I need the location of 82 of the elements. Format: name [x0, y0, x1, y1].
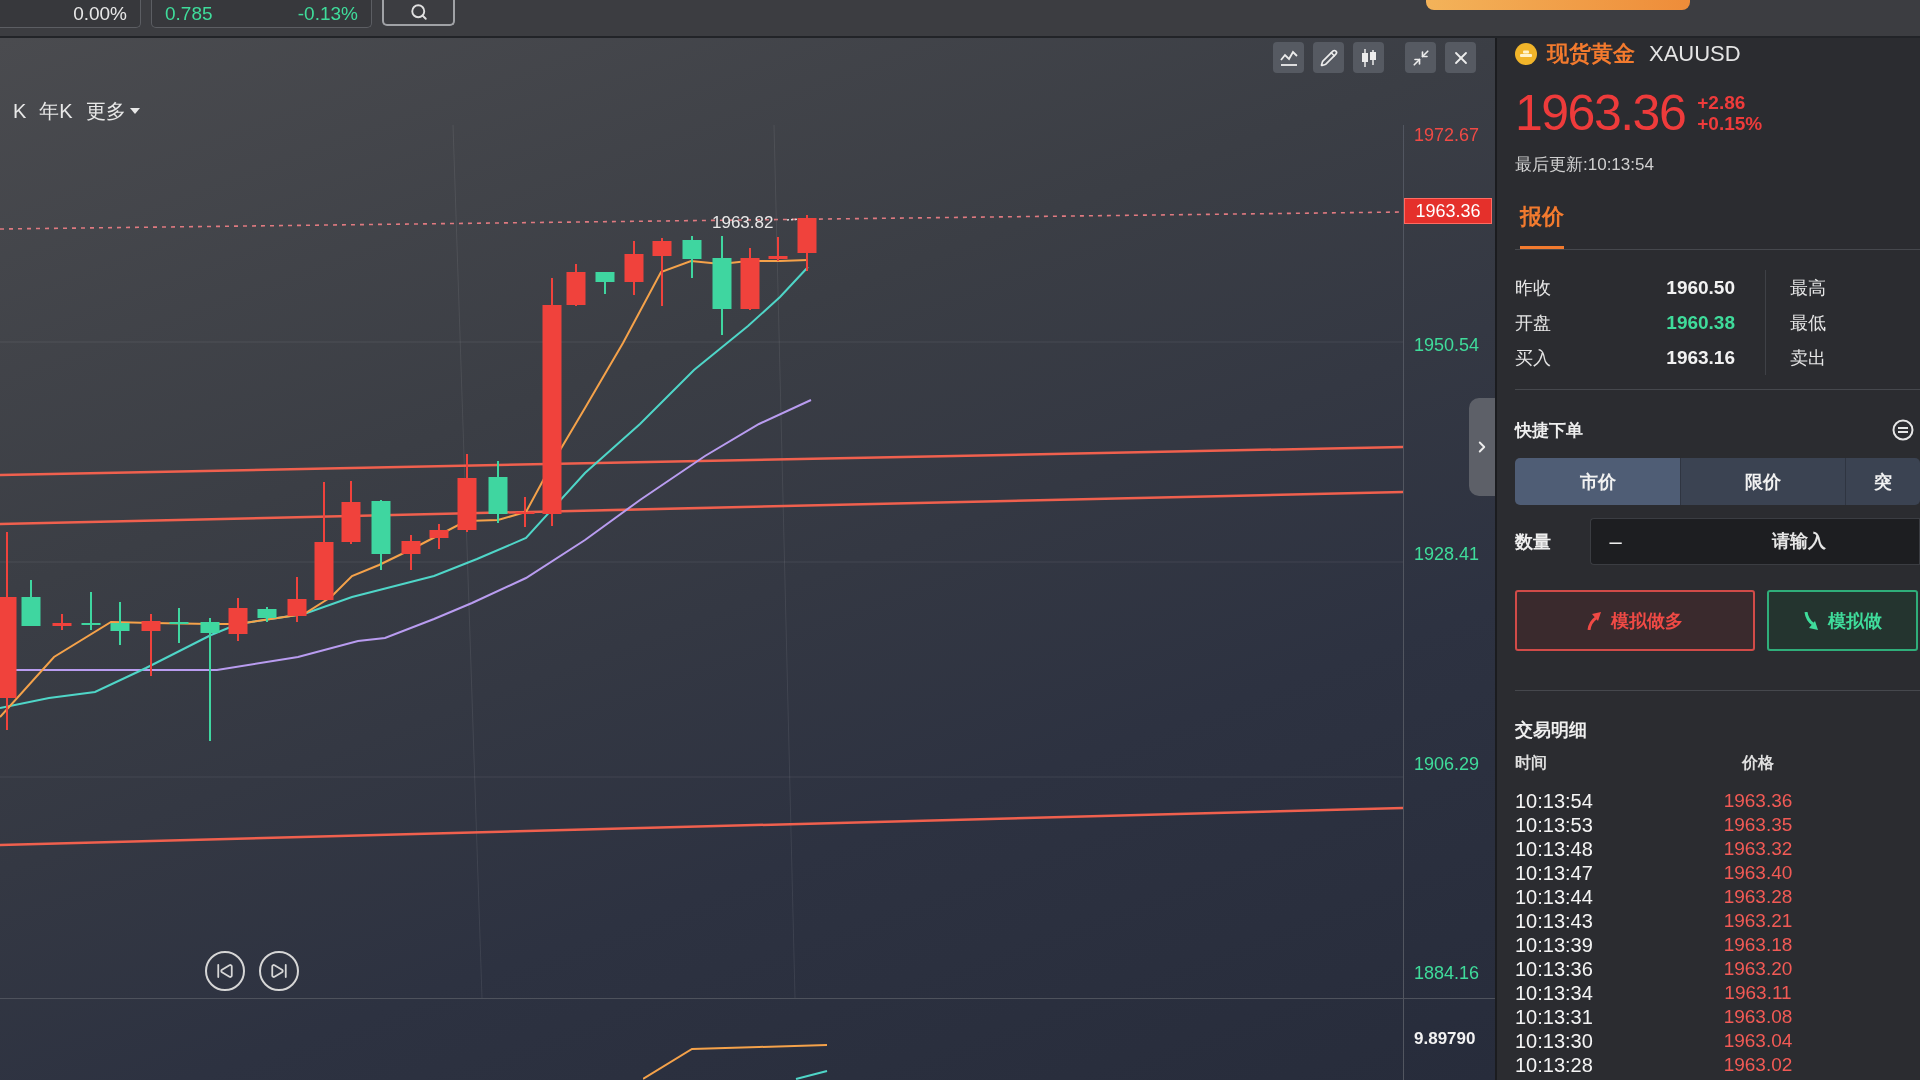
long-order-button[interactable]: 模拟做多: [1515, 590, 1755, 651]
quote-value: 1963.16: [1666, 346, 1735, 369]
chart-type-button[interactable]: [1353, 42, 1384, 73]
price-cell: 1963.11: [1724, 981, 1792, 1005]
circle-lines-icon[interactable]: [1892, 419, 1914, 441]
time-cell: 10:13:34: [1515, 981, 1593, 1005]
time-cell: 10:13:28: [1515, 1053, 1593, 1077]
time-cell: 10:13:44: [1515, 885, 1593, 909]
quote-label: 最低: [1790, 311, 1826, 335]
column-header: 时间: [1515, 753, 1547, 773]
price-cell: 1963.20: [1723, 957, 1793, 981]
arrow-up-icon: [1587, 611, 1601, 630]
exit-fullscreen-button[interactable]: [1405, 42, 1436, 73]
quote-label: 最高: [1790, 276, 1826, 300]
quote-value: 0.785: [165, 2, 213, 25]
axis-label: 1884.16: [1414, 963, 1480, 983]
price-cell: 1963.28: [1723, 885, 1793, 909]
collapse-handle[interactable]: [1469, 398, 1495, 496]
indicator-button[interactable]: [1273, 42, 1304, 73]
time-cell: 10:13:30: [1515, 1029, 1593, 1053]
caret-down-icon: [129, 108, 140, 114]
quote-label: 昨收: [1515, 276, 1551, 300]
axis-label: 1906.29: [1414, 753, 1480, 774]
axis-label: 1950.54: [1414, 334, 1480, 355]
more-dropdown[interactable]: 更多: [85, 99, 140, 123]
draw-button[interactable]: [1313, 42, 1344, 73]
order-type-tab[interactable]: 市价: [1515, 458, 1680, 505]
price-cell: 1963.32: [1723, 837, 1793, 861]
price-cell: 1963.21: [1723, 909, 1793, 933]
price-cell: 1963.35: [1723, 813, 1793, 837]
search-icon: [409, 3, 428, 21]
price-tag: 1963.36: [1404, 198, 1492, 224]
arrow-down-icon: [1803, 611, 1818, 630]
price-cell: 1963.02: [1723, 1053, 1793, 1077]
price-cell: 1963.08: [1723, 1005, 1793, 1029]
period-tab[interactable]: K: [13, 99, 27, 123]
percent-change: +0.15%: [1697, 113, 1763, 134]
period-tab[interactable]: 年K: [39, 99, 73, 123]
field-label: 数量: [1515, 530, 1552, 554]
instrument-symbol: XAUUSD: [1649, 41, 1741, 67]
quote-label: 买入: [1515, 346, 1551, 370]
section-title: 交易明细: [1515, 719, 1587, 742]
quote-card[interactable]: 0.785 -0.13%: [151, 0, 372, 28]
time-cell: 10:13:43: [1515, 909, 1593, 933]
order-type-tab[interactable]: 限价: [1680, 458, 1845, 505]
search-button[interactable]: [382, 0, 455, 26]
time-cell: 10:13:47: [1515, 861, 1593, 885]
shrink-icon: [1411, 48, 1430, 67]
quote-value: 1960.50: [1666, 276, 1735, 299]
close-button[interactable]: [1445, 42, 1476, 73]
quote-value: 1960.38: [1666, 311, 1735, 334]
axis-label: 9.89790: [1414, 1029, 1476, 1048]
quote-card[interactable]: 0.00%: [0, 0, 141, 28]
instrument-name: 现货黄金: [1547, 40, 1635, 68]
last-update-time: 最后更新:10:13:54: [1515, 154, 1654, 176]
time-cell: 10:13:39: [1515, 933, 1593, 957]
axis-label: 1928.41: [1414, 544, 1480, 564]
axis-label: 1972.67: [1414, 125, 1480, 145]
column-header: 价格: [1742, 753, 1774, 773]
order-type-tab[interactable]: 突: [1845, 458, 1920, 505]
price-cell: 1963.04: [1723, 1029, 1793, 1053]
time-cell: 10:13:36: [1515, 957, 1593, 981]
price-cell: 1963.18: [1723, 933, 1793, 957]
price-cell: 1963.36: [1723, 789, 1793, 813]
time-cell: 10:13:48: [1515, 837, 1593, 861]
time-cell: 10:13:54: [1515, 789, 1593, 813]
quote-label: 开盘: [1515, 311, 1551, 335]
section-title: 快捷下单: [1515, 419, 1583, 442]
time-cell: 10:13:31: [1515, 1005, 1593, 1029]
candlestick-icon: [1360, 48, 1377, 67]
quote-value: -0.13%: [297, 2, 358, 25]
line-chart-icon: [1279, 49, 1298, 66]
pencil-icon: [1319, 48, 1338, 67]
price-change: +2.86: [1697, 92, 1746, 113]
coin-icon: [1515, 43, 1537, 65]
quote-value: 0.00%: [73, 2, 127, 25]
time-cell: 10:13:53: [1515, 813, 1593, 837]
price-cell: 1963.40: [1723, 861, 1793, 885]
short-order-button[interactable]: 模拟做: [1767, 590, 1918, 651]
last-price: 1963.36: [1515, 85, 1686, 141]
quote-label: 卖出: [1790, 346, 1826, 370]
quote-tab[interactable]: 报价: [1520, 203, 1564, 249]
